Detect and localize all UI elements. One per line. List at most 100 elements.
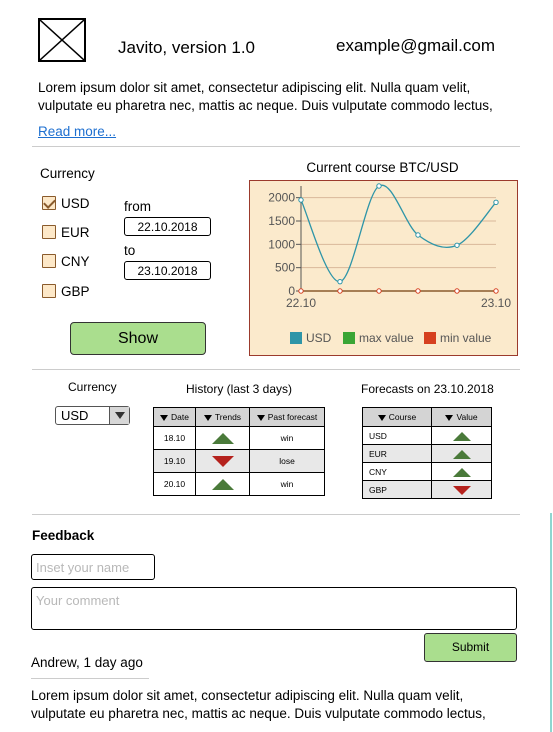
column-header-label: Trends <box>214 412 242 422</box>
sort-arrow-icon[interactable] <box>203 415 212 421</box>
y-tick-label: 2000 <box>268 191 295 205</box>
to-label: to <box>124 243 136 258</box>
legend-label: min value <box>440 331 492 345</box>
y-tick-label: 500 <box>275 261 295 275</box>
user-email[interactable]: example@gmail.com <box>336 36 495 56</box>
column-header-past-forecast[interactable]: Past forecast <box>249 407 325 427</box>
currency-checkbox-cny[interactable]: CNY <box>42 252 90 270</box>
show-button[interactable]: Show <box>70 322 206 355</box>
data-point-min-value <box>376 288 382 294</box>
history-table: Date Trends Past forecast 18.10 win 19.1… <box>153 407 325 496</box>
legend-label: USD <box>306 331 332 345</box>
legend-swatch <box>343 332 355 344</box>
feedback-title: Feedback <box>32 528 95 543</box>
column-header-trends[interactable]: Trends <box>195 407 250 427</box>
course-cell: GBP <box>362 480 432 499</box>
comment-author: Andrew, 1 day ago <box>31 655 143 670</box>
legend-label: max value <box>359 331 414 345</box>
to-date-input[interactable] <box>124 261 211 280</box>
data-point-usd <box>493 199 499 206</box>
checkbox-checked-icon[interactable] <box>42 196 56 210</box>
legend-swatch <box>290 332 302 344</box>
sort-arrow-icon[interactable] <box>256 415 265 421</box>
checkbox-icon[interactable] <box>42 225 56 239</box>
legend-swatch <box>424 332 436 344</box>
value-cell <box>431 426 492 445</box>
checkbox-icon[interactable] <box>42 284 56 298</box>
currency-select[interactable]: USD <box>55 406 130 425</box>
divider <box>31 678 149 679</box>
x-tick-label: 22.10 <box>286 296 316 310</box>
data-point-usd <box>376 183 382 189</box>
x-tick-label: 23.10 <box>481 296 511 310</box>
divider <box>32 514 520 515</box>
table-row: EUR <box>362 444 492 463</box>
trend-up-icon <box>452 431 471 441</box>
table-row: GBP <box>362 480 492 499</box>
sort-arrow-icon[interactable] <box>160 415 169 421</box>
table-row: 18.10 win <box>153 426 325 450</box>
currency-checkbox-label: EUR <box>61 224 90 240</box>
scrollbar-edge[interactable] <box>550 513 552 732</box>
column-header-label: Past forecast <box>267 412 318 422</box>
currency-checkbox-eur[interactable]: EUR <box>42 223 90 241</box>
value-cell <box>431 462 492 481</box>
forecast-cell: lose <box>249 449 325 473</box>
chart-title: Current course BTC/USD <box>306 160 459 175</box>
trend-cell <box>195 472 250 496</box>
column-header-date[interactable]: Date <box>153 407 196 427</box>
y-tick-label: 1000 <box>268 237 295 251</box>
column-header-label: Course <box>388 412 417 422</box>
trend-up-icon <box>211 478 234 490</box>
currency-checkbox-gbp[interactable]: GBP <box>42 282 90 300</box>
from-date-input[interactable] <box>124 217 211 236</box>
submit-button[interactable]: Submit <box>424 633 517 662</box>
intro-text: Lorem ipsum dolor sit amet, consectetur … <box>38 80 493 113</box>
data-point-usd <box>298 197 304 203</box>
data-point-min-value <box>298 288 304 294</box>
currency-checkbox-label: GBP <box>61 283 90 299</box>
comment-textarea[interactable] <box>31 587 517 630</box>
divider <box>32 369 520 370</box>
trend-up-icon <box>211 432 234 444</box>
checkbox-icon[interactable] <box>42 254 56 268</box>
read-more-link[interactable]: Read more... <box>38 124 116 139</box>
currency-select-value: USD <box>61 408 89 423</box>
data-point-usd <box>454 242 460 248</box>
forecast-cell: win <box>249 426 325 450</box>
trend-up-icon <box>452 467 471 477</box>
trend-down-icon <box>452 485 471 495</box>
value-cell <box>431 480 492 499</box>
course-cell: USD <box>362 426 432 445</box>
trend-cell <box>195 449 250 473</box>
sort-arrow-icon[interactable] <box>445 415 454 421</box>
data-point-usd <box>337 278 343 285</box>
comment-text: Lorem ipsum dolor sit amet, consectetur … <box>31 688 486 721</box>
currency-checkbox-label: USD <box>61 195 90 211</box>
table-row: 19.10 lose <box>153 449 325 473</box>
forecasts-table: Course Value USD EUR CNY GBP <box>362 407 492 499</box>
date-cell: 20.10 <box>153 472 196 496</box>
data-point-min-value <box>337 288 343 294</box>
data-point-min-value <box>493 288 499 294</box>
currency-checkbox-usd[interactable]: USD <box>42 194 90 212</box>
column-header-value[interactable]: Value <box>431 407 492 427</box>
sort-arrow-icon[interactable] <box>377 415 386 421</box>
table-row: CNY <box>362 462 492 481</box>
divider <box>32 146 520 147</box>
trend-up-icon <box>452 449 471 459</box>
forecast-cell: win <box>249 472 325 496</box>
table-header-row: Course Value <box>362 407 492 427</box>
currency-label: Currency <box>40 166 95 181</box>
from-label: from <box>124 199 151 214</box>
name-input[interactable] <box>31 554 155 580</box>
data-point-usd <box>415 232 421 238</box>
chevron-down-icon[interactable] <box>109 407 129 424</box>
trend-down-icon <box>211 455 234 467</box>
data-point-min-value <box>454 288 460 294</box>
history-title: History (last 3 days) <box>186 382 293 396</box>
column-header-course[interactable]: Course <box>362 407 432 427</box>
date-cell: 18.10 <box>153 426 196 450</box>
table-row: USD <box>362 426 492 445</box>
course-cell: EUR <box>362 444 432 463</box>
